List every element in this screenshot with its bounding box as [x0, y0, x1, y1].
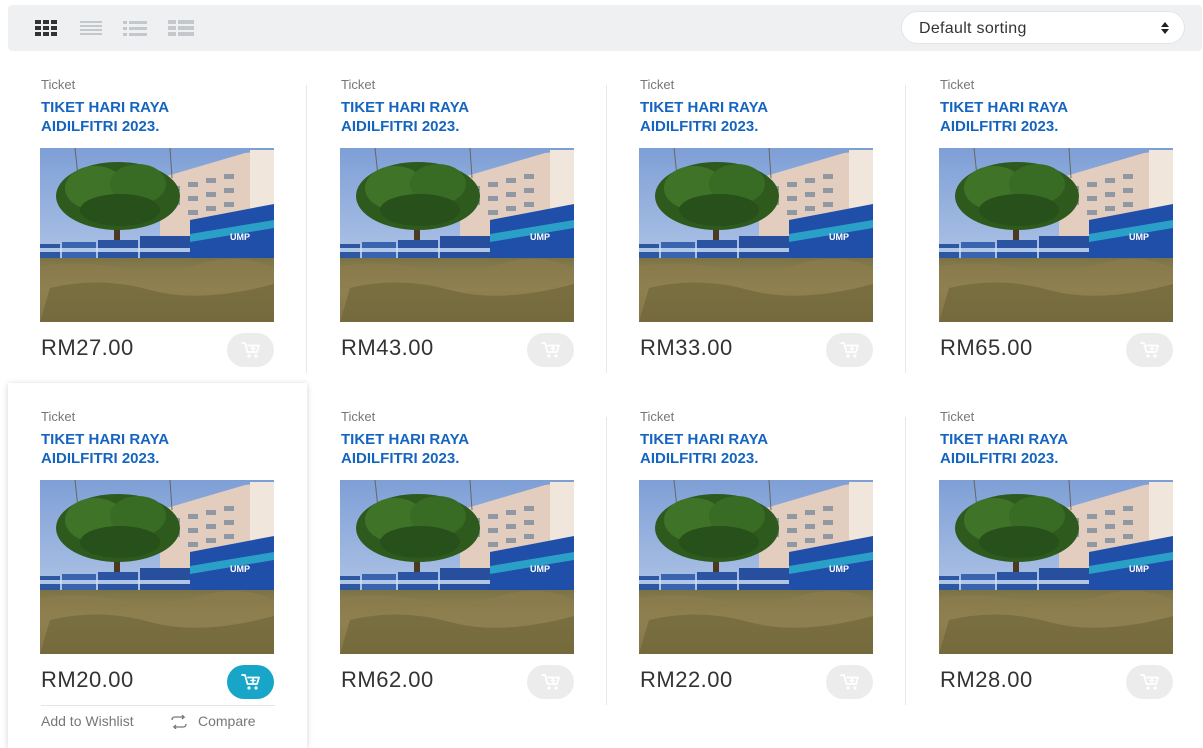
product-category[interactable]: Ticket [341, 77, 375, 92]
product-title-link[interactable]: TIKET HARI RAYA AIDILFITRI 2023. [341, 98, 541, 136]
product-title-link[interactable]: TIKET HARI RAYA AIDILFITRI 2023. [640, 430, 840, 468]
product-title-link[interactable]: TIKET HARI RAYA AIDILFITRI 2023. [940, 98, 1140, 136]
product-image[interactable]: UMP [40, 148, 274, 322]
add-to-cart-button[interactable] [227, 333, 274, 367]
product-category[interactable]: Ticket [940, 77, 974, 92]
cart-plus-icon [241, 342, 260, 358]
add-to-cart-button[interactable] [826, 333, 873, 367]
cart-plus-icon [840, 342, 859, 358]
sorting-selected-value: Default sorting [919, 20, 1027, 37]
svg-text:UMP: UMP [1129, 564, 1149, 574]
product-title-link[interactable]: TIKET HARI RAYA AIDILFITRI 2023. [41, 98, 241, 136]
product-card[interactable]: Ticket TIKET HARI RAYA AIDILFITRI 2023. [607, 401, 906, 736]
product-card[interactable]: Ticket TIKET HARI RAYA AIDILFITRI 2023. [308, 401, 607, 736]
add-to-wishlist-link[interactable]: Add to Wishlist [41, 713, 134, 729]
cart-plus-icon [1140, 342, 1159, 358]
product-price: RM22.00 [640, 667, 733, 692]
product-price: RM43.00 [341, 335, 434, 360]
product-price: RM62.00 [341, 667, 434, 692]
detailed-list-view-icon[interactable] [123, 19, 147, 37]
svg-text:UMP: UMP [530, 232, 550, 242]
product-price: RM27.00 [41, 335, 134, 360]
svg-text:UMP: UMP [530, 564, 550, 574]
product-title-link[interactable]: TIKET HARI RAYA AIDILFITRI 2023. [940, 430, 1140, 468]
product-card[interactable]: Ticket TIKET HARI RAYA AIDILFITRI 2023. [8, 69, 307, 404]
svg-text:UMP: UMP [1129, 232, 1149, 242]
add-to-cart-button[interactable] [527, 665, 574, 699]
shop-toolbar: Default sorting [8, 5, 1202, 51]
product-category[interactable]: Ticket [41, 77, 75, 92]
product-title-link[interactable]: TIKET HARI RAYA AIDILFITRI 2023. [41, 430, 241, 468]
add-to-cart-button[interactable] [1126, 333, 1173, 367]
compare-icon[interactable] [170, 715, 188, 729]
svg-text:UMP: UMP [230, 564, 250, 574]
product-image[interactable]: UMP [340, 148, 574, 322]
sorting-select[interactable]: Default sorting [901, 11, 1185, 44]
product-category[interactable]: Ticket [940, 409, 974, 424]
add-to-cart-button[interactable] [227, 665, 274, 699]
add-to-cart-button[interactable] [826, 665, 873, 699]
product-category[interactable]: Ticket [41, 409, 75, 424]
cart-plus-icon [541, 674, 560, 690]
product-title-link[interactable]: TIKET HARI RAYA AIDILFITRI 2023. [341, 430, 541, 468]
list-view-icon[interactable] [80, 19, 102, 37]
product-image[interactable]: UMP [639, 148, 873, 322]
cart-plus-icon [840, 674, 859, 690]
product-price: RM20.00 [41, 667, 134, 692]
product-image[interactable]: UMP [939, 480, 1173, 654]
select-arrows-icon [1161, 22, 1169, 34]
svg-text:UMP: UMP [230, 232, 250, 242]
product-card[interactable]: Ticket TIKET HARI RAYA AIDILFITRI 2023. [607, 69, 906, 404]
product-title-link[interactable]: TIKET HARI RAYA AIDILFITRI 2023. [640, 98, 840, 136]
product-category[interactable]: Ticket [640, 77, 674, 92]
product-image[interactable]: UMP [340, 480, 574, 654]
add-to-cart-button[interactable] [527, 333, 574, 367]
product-image[interactable]: UMP [40, 480, 274, 654]
compare-link[interactable]: Compare [198, 713, 256, 729]
product-image[interactable]: UMP [939, 148, 1173, 322]
product-price: RM28.00 [940, 667, 1033, 692]
cart-plus-icon [1140, 674, 1159, 690]
product-price: RM33.00 [640, 335, 733, 360]
product-card[interactable]: Ticket TIKET HARI RAYA AIDILFITRI 2023. [907, 401, 1203, 736]
svg-text:UMP: UMP [829, 564, 849, 574]
cart-plus-icon [241, 674, 260, 690]
add-to-cart-button[interactable] [1126, 665, 1173, 699]
card-footer-divider [41, 705, 275, 706]
cart-plus-icon [541, 342, 560, 358]
product-price: RM65.00 [940, 335, 1033, 360]
product-image[interactable]: UMP [639, 480, 873, 654]
grid-view-icon[interactable] [35, 19, 57, 37]
svg-text:UMP: UMP [829, 232, 849, 242]
product-card[interactable]: Ticket TIKET HARI RAYA AIDILFITRI 2023. [907, 69, 1203, 404]
table-view-icon[interactable] [168, 19, 194, 37]
product-category[interactable]: Ticket [341, 409, 375, 424]
product-category[interactable]: Ticket [640, 409, 674, 424]
product-card[interactable]: Ticket TIKET HARI RAYA AIDILFITRI 2023. [8, 383, 307, 748]
product-card[interactable]: Ticket TIKET HARI RAYA AIDILFITRI 2023. [308, 69, 607, 404]
